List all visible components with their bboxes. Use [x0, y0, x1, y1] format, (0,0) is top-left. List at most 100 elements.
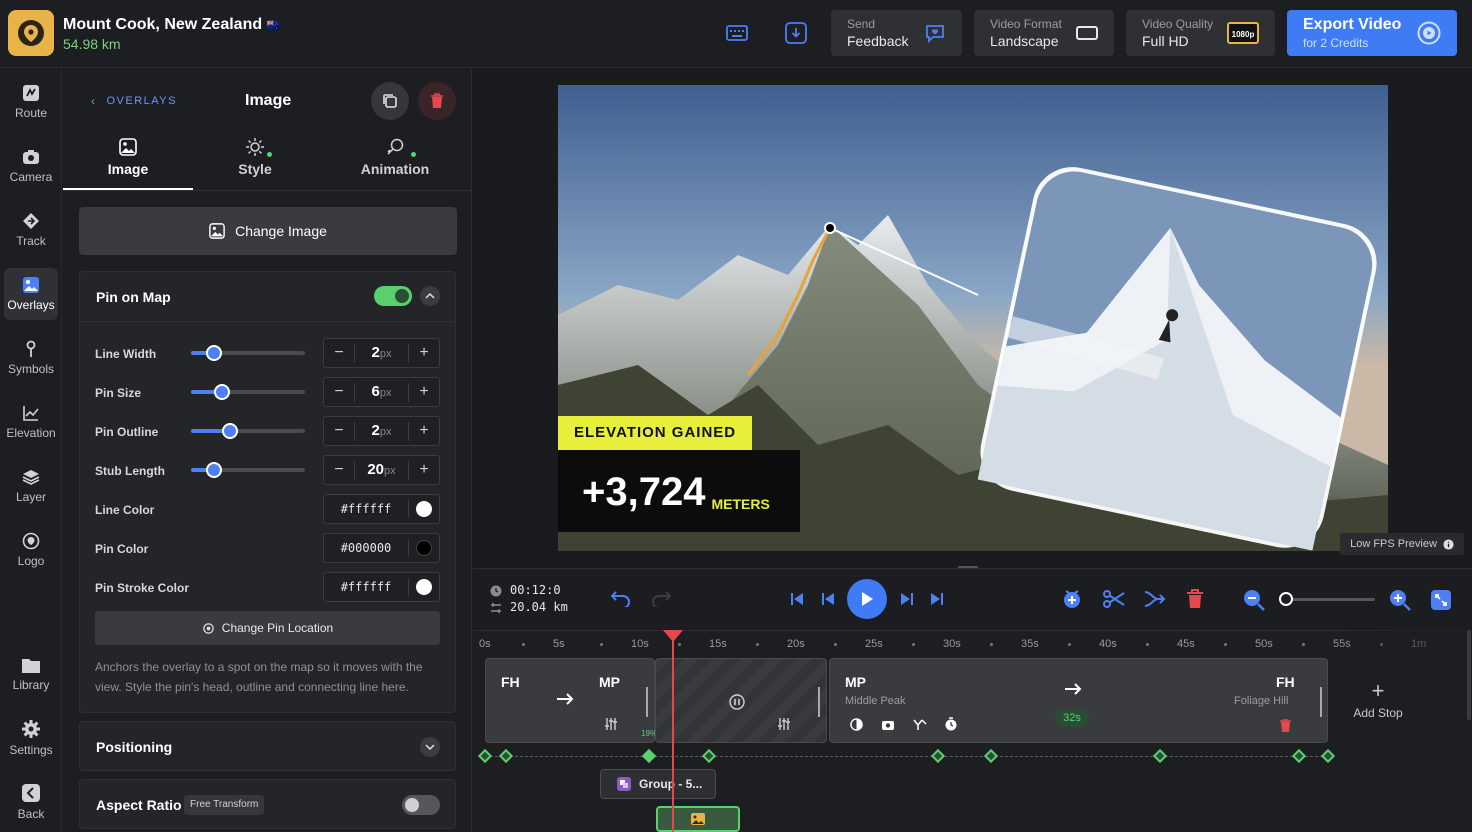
skip-back-icon[interactable] — [790, 592, 804, 606]
color-swatch[interactable] — [416, 579, 432, 595]
keyframe[interactable] — [1291, 748, 1307, 764]
adjust-icon[interactable] — [604, 717, 618, 731]
undo-icon[interactable] — [611, 589, 631, 607]
video-format-button[interactable]: Video Format Landscape — [974, 10, 1114, 56]
nav-camera[interactable]: Camera — [4, 140, 58, 192]
slider-handle[interactable] — [205, 345, 222, 361]
low-fps-preview-badge[interactable]: Low FPS Preview — [1340, 533, 1464, 555]
keyframe[interactable] — [983, 748, 999, 764]
increment-button[interactable]: + — [409, 461, 439, 479]
overlay-clip[interactable] — [656, 806, 740, 832]
pin-on-map-toggle[interactable] — [374, 286, 412, 306]
keyframe[interactable] — [930, 748, 946, 764]
video-preview[interactable]: ELEVATION GAINED +3,724 METERS — [558, 85, 1388, 551]
nav-logo[interactable]: Logo — [4, 524, 58, 576]
playhead-marker-icon[interactable] — [663, 630, 683, 642]
add-stop-button[interactable]: + Add Stop — [1341, 680, 1415, 721]
skip-forward-icon[interactable] — [930, 592, 944, 606]
zoom-out-icon[interactable] — [1243, 589, 1265, 611]
keyframe[interactable] — [1152, 748, 1168, 764]
download-icon[interactable] — [785, 22, 807, 44]
line-color-input[interactable]: #ffffff — [323, 494, 440, 524]
app-logo-icon[interactable] — [8, 10, 54, 56]
zoom-in-icon[interactable] — [1389, 589, 1411, 611]
change-pin-location-button[interactable]: Change Pin Location — [95, 611, 440, 645]
add-keyframe-icon[interactable] — [1062, 589, 1082, 609]
nav-layer[interactable]: Layer — [4, 460, 58, 512]
video-quality-button[interactable]: Video Quality Full HD 1080p — [1126, 10, 1275, 56]
pin-outline-stepper[interactable]: − 2px + — [323, 416, 440, 446]
timer-icon[interactable] — [944, 717, 958, 731]
zoom-slider[interactable] — [1278, 592, 1375, 606]
slider-handle[interactable] — [205, 462, 222, 478]
pin-color-input[interactable]: #000000 — [323, 533, 440, 563]
collapse-button[interactable] — [420, 286, 440, 306]
timeline-segment[interactable]: MP Middle Peak FH Foliage Hill 32s — [829, 658, 1328, 743]
increment-button[interactable]: + — [409, 383, 439, 401]
breadcrumb[interactable]: ‹ OVERLAYS — [91, 94, 177, 108]
aspect-ratio-toggle[interactable] — [402, 795, 440, 815]
camera-mode-icon[interactable] — [850, 718, 863, 731]
keyframe-active[interactable] — [641, 748, 657, 764]
pin-size-stepper[interactable]: − 6px + — [323, 377, 440, 407]
export-video-button[interactable]: Export Video for 2 Credits — [1287, 10, 1457, 56]
nav-route[interactable]: Route — [4, 76, 58, 128]
delete-button[interactable] — [418, 82, 456, 120]
timeline[interactable]: 0s5s10s15s20s25s30s35s40s45s50s55s1m FH … — [473, 630, 1472, 832]
merge-icon[interactable] — [1144, 589, 1166, 609]
nav-settings[interactable]: Settings — [4, 712, 58, 764]
keyboard-icon[interactable] — [726, 24, 748, 42]
pause-icon[interactable] — [729, 694, 745, 710]
pin-stroke-color-input[interactable]: #ffffff — [323, 572, 440, 602]
nav-track[interactable]: Track — [4, 204, 58, 256]
playhead[interactable] — [672, 630, 674, 832]
keyframe[interactable] — [701, 748, 717, 764]
nav-symbols[interactable]: Symbols — [4, 332, 58, 384]
route-split-icon[interactable] — [913, 718, 927, 731]
keyframe[interactable] — [1320, 748, 1336, 764]
tab-image[interactable]: Image — [63, 138, 193, 190]
expand-button[interactable] — [420, 737, 440, 757]
delete-stop-icon[interactable] — [1280, 719, 1291, 732]
line-width-stepper[interactable]: − 2px + — [323, 338, 440, 368]
timeline-scrollbar[interactable] — [1467, 630, 1471, 720]
segment-handle[interactable] — [646, 687, 648, 717]
nav-elevation[interactable]: Elevation — [4, 396, 58, 448]
keyframe[interactable] — [498, 748, 514, 764]
nav-back[interactable]: Back — [4, 776, 58, 828]
increment-button[interactable]: + — [409, 344, 439, 362]
color-swatch[interactable] — [416, 540, 432, 556]
send-feedback-button[interactable]: Send Feedback — [831, 10, 962, 56]
change-image-button[interactable]: Change Image — [79, 207, 457, 255]
stub-length-slider[interactable] — [191, 462, 305, 478]
tab-animation[interactable]: Animation — [325, 138, 465, 190]
step-back-icon[interactable] — [820, 592, 836, 606]
keyframe[interactable] — [477, 748, 493, 764]
duplicate-button[interactable] — [371, 82, 409, 120]
tab-style[interactable]: Style — [193, 138, 317, 190]
color-swatch[interactable] — [416, 501, 432, 517]
segment-handle[interactable] — [1320, 687, 1322, 717]
nav-library[interactable]: Library — [4, 648, 58, 700]
segment-handle[interactable] — [818, 687, 820, 717]
scissors-icon[interactable] — [1103, 589, 1125, 609]
timeline-segment[interactable] — [655, 658, 827, 743]
decrement-button[interactable]: − — [324, 461, 354, 479]
timeline-segment[interactable]: FH MP 19% — [485, 658, 657, 743]
line-width-slider[interactable] — [191, 345, 305, 361]
trash-icon[interactable] — [1186, 589, 1204, 609]
pin-outline-slider[interactable] — [191, 423, 305, 439]
camera-icon[interactable] — [881, 718, 895, 731]
decrement-button[interactable]: − — [324, 422, 354, 440]
fit-timeline-icon[interactable] — [1430, 589, 1452, 611]
pin-size-slider[interactable] — [191, 384, 305, 400]
nav-overlays[interactable]: Overlays — [4, 268, 58, 320]
stub-length-stepper[interactable]: − 20px + — [323, 455, 440, 485]
increment-button[interactable]: + — [409, 422, 439, 440]
zoom-slider-handle[interactable] — [1278, 592, 1293, 606]
redo-icon[interactable] — [651, 589, 671, 607]
decrement-button[interactable]: − — [324, 383, 354, 401]
decrement-button[interactable]: − — [324, 344, 354, 362]
positioning-card[interactable]: Positioning — [79, 721, 456, 771]
adjust-icon[interactable] — [777, 717, 791, 731]
